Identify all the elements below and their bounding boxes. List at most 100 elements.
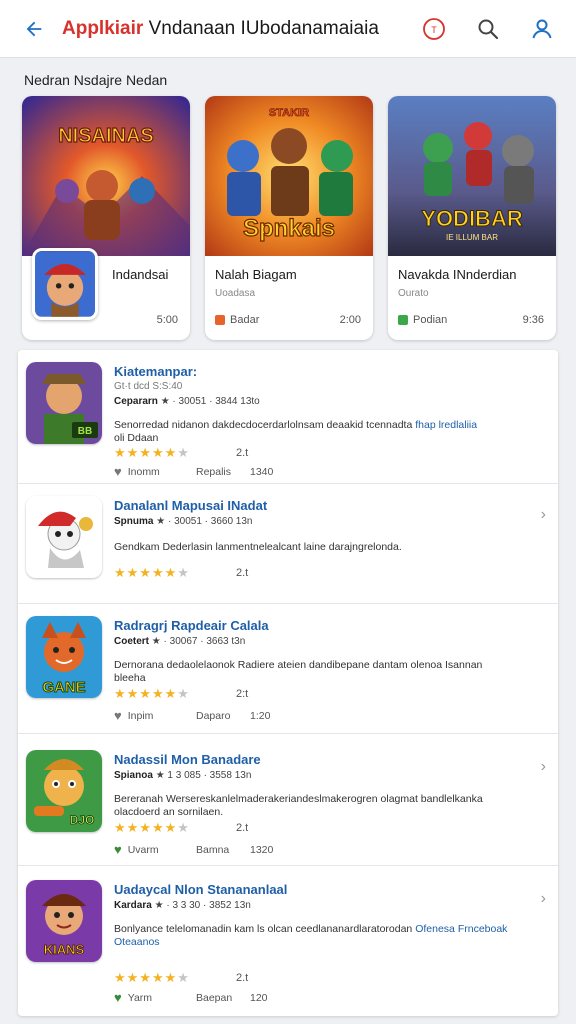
footer-3: 1340	[250, 465, 274, 478]
footer-2: Daparo	[196, 709, 231, 722]
rating-stars: ★★★★★★	[114, 686, 190, 701]
featured-name-1: Indandsai	[112, 267, 169, 282]
app-title: Nadassil Mon Banadare	[114, 752, 261, 767]
chevron-right-icon[interactable]: ›	[541, 890, 546, 908]
app-stats: ★ · 30067 · 3663 t3n	[151, 636, 246, 647]
section-title: Nedran Nsdajre Nedan	[24, 72, 168, 88]
search-button[interactable]	[468, 9, 508, 49]
badge-icon: T	[423, 18, 445, 40]
footer-3: 1320	[250, 843, 274, 856]
heart-icon[interactable]: ♥	[114, 842, 122, 857]
footer-3: 1:20	[250, 709, 271, 722]
profile-icon	[532, 19, 552, 39]
app-publisher: Coetert	[114, 636, 150, 647]
rating-stars: ★★★★★★	[114, 445, 190, 460]
back-button[interactable]	[14, 9, 54, 49]
rating-stars: ★★★★★★	[114, 970, 190, 985]
list-item[interactable]: GANE Radragrj Rapdeair Calala Coetert ★ …	[18, 604, 558, 734]
footer-1: Yarm	[127, 991, 153, 1004]
featured-tag-3: Podian	[398, 314, 447, 326]
list-item[interactable]: BB Kiatemanpar: Gt·t dcd S:S:40 Cepararn…	[18, 350, 558, 484]
app-description-link[interactable]: Ofenesa Frnceboak	[415, 923, 507, 935]
featured-tag-3-label: Podian	[413, 314, 448, 326]
featured-app-icon-1	[32, 248, 98, 320]
app-meta: Coetert ★ · 30067 · 3663 t3n	[114, 636, 245, 647]
app-meta: Spianoa ★ 1 3 085 · 3558 13n	[114, 770, 251, 781]
app-footer: ♥ Uvarm Bamna 1320	[114, 842, 273, 857]
app-meta: Spnuma ★ · 30051 · 3660 13n	[114, 516, 253, 527]
list-item[interactable]: DJO Nadassil Mon Banadare Spianoa ★ 1 3 …	[18, 734, 558, 866]
app-footer: ♥ Inpim Daparo 1:20	[114, 708, 270, 723]
featured-banner-2-text: Spnkais	[243, 215, 335, 242]
app-footer: ♥ Yarm Baepan 120	[114, 990, 268, 1005]
app-description-more: olacdoerd an sornilaen.	[114, 806, 224, 818]
featured-price-3: 9:36	[522, 314, 544, 326]
rating-number: 2:t	[236, 688, 249, 700]
app-icon-5: KIANS	[26, 880, 102, 962]
search-icon	[478, 19, 499, 40]
featured-name-2: Nalah Biagam	[215, 267, 297, 282]
app-icon-5-text: KIANS	[44, 942, 85, 957]
app-title: Radragrj Rapdeair Calala	[114, 618, 269, 633]
profile-button[interactable]	[522, 9, 562, 49]
app-description: Gendkam Dederlasin lanmentnelealcant lai…	[114, 541, 402, 553]
app-stats: ★ · 30051 · 3660 13n	[156, 516, 253, 527]
app-description-link[interactable]: fhap lredlaliia	[415, 419, 477, 431]
app-meta: Cepararn ★ · 30051 · 3844 13to	[114, 396, 260, 407]
app-title: Danalanl Mapusai INadat	[114, 498, 268, 513]
app-icon-3: GANE	[26, 616, 102, 698]
list-item[interactable]: Danalanl Mapusai INadat Spnuma ★ · 30051…	[18, 484, 558, 604]
rating-number: 2.t	[236, 972, 249, 984]
footer-1: Uvarm	[127, 843, 159, 856]
featured-banner-1: NISAINAS	[22, 96, 190, 256]
featured-card-2[interactable]: STAKIR Spnkais Nalah Biagam Uoadasa Bada…	[205, 96, 373, 340]
app-description-more[interactable]: Oteaanos	[114, 936, 160, 948]
heart-icon[interactable]: ♥	[114, 464, 122, 479]
featured-banner-3-sub: IE ILLUM BAR	[446, 233, 498, 242]
badge-button[interactable]: T	[414, 9, 454, 49]
featured-card-3[interactable]: YODIBAR IE ILLUM BAR Navakda INnderdian …	[388, 96, 556, 340]
app-description-more: oli Ddaan	[114, 432, 159, 444]
rating-stars: ★★★★★★	[114, 565, 190, 580]
app-icon-2	[26, 496, 102, 578]
footer-2: Bamna	[196, 843, 230, 856]
footer-1: Inomm	[127, 465, 160, 478]
app-meta: Kardara ★ · 3 3 30 · 3852 13n	[114, 900, 251, 911]
chevron-right-icon[interactable]: ›	[541, 758, 546, 776]
app-description-text: Senorredad nidanon dakdecdocerdarlolnsam…	[114, 419, 413, 431]
app-description: Senorredad nidanon dakdecdocerdarlolnsam…	[114, 419, 534, 445]
rating-number: 2.t	[236, 822, 249, 834]
featured-banner-3-text: YODIBAR	[421, 206, 523, 231]
app-icon-1: BB	[26, 362, 102, 444]
footer-2: Baepan	[196, 991, 233, 1004]
app-description: Bonlyance telelomanadin kam ls olcan cee…	[114, 923, 534, 949]
app-description-text: Bereranah Wersereskanlelmaderakeriandesl…	[114, 793, 483, 805]
featured-price-1: 5:00	[156, 314, 178, 326]
app-stats: ★ · 3 3 30 · 3852 13n	[154, 900, 251, 911]
featured-name-3: Navakda INnderdian	[398, 267, 517, 282]
chevron-right-icon[interactable]: ›	[541, 506, 546, 524]
app-publisher: Spianoa	[114, 770, 153, 781]
featured-price-2: 2:00	[339, 314, 361, 326]
app-stats: ★ · 30051 · 3844 13to	[160, 396, 260, 407]
app-publisher: Kardara	[114, 900, 152, 911]
appbar-actions: T	[414, 9, 562, 49]
app-description: Dernorana dedaolelaonok Radiere ateien d…	[114, 659, 534, 685]
featured-sub-2: Uoadasa	[215, 288, 256, 299]
app-description: Bereranah Wersereskanlelmaderakeriandesl…	[114, 793, 534, 819]
app-list: BB Kiatemanpar: Gt·t dcd S:S:40 Cepararn…	[18, 350, 558, 1016]
app-stats: ★ 1 3 085 · 3558 13n	[155, 770, 252, 781]
app-description-text: Dernorana dedaolelaonok Radiere ateien d…	[114, 659, 483, 671]
list-item[interactable]: KIANS Uadaycal Nlon Stanananlaal Kardara…	[18, 866, 558, 1016]
app-icon-3-text: GANE	[42, 679, 85, 696]
featured-card-1[interactable]: NISAINAS Indandsai 5:00	[22, 96, 190, 340]
app-publisher: Spnuma	[114, 516, 154, 527]
svg-text:T: T	[431, 25, 437, 35]
heart-icon[interactable]: ♥	[114, 708, 122, 723]
rating-number: 2.t	[236, 447, 249, 459]
app-publisher: Cepararn	[114, 396, 158, 407]
heart-icon[interactable]: ♥	[114, 990, 122, 1005]
featured-banner-2-top: STAKIR	[269, 107, 309, 119]
app-footer: ♥ Inomm Repalis 1340	[114, 464, 273, 479]
featured-banner-3: YODIBAR IE ILLUM BAR	[388, 96, 556, 256]
